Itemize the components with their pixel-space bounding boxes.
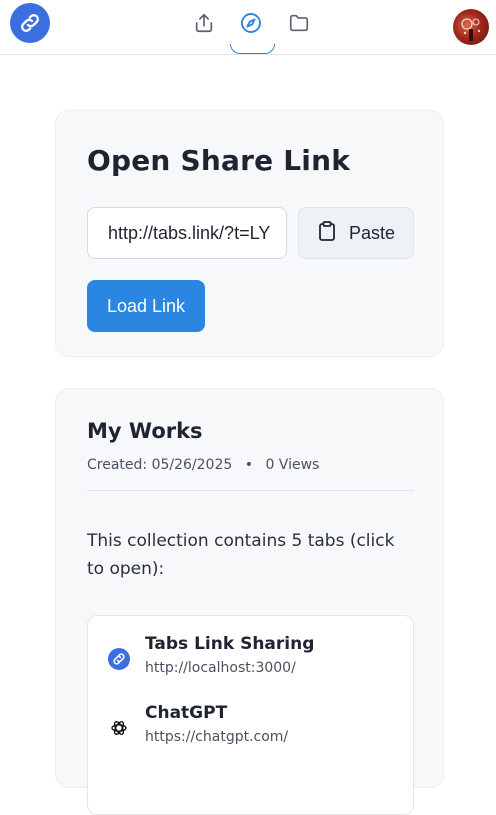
tab-title: Tabs Link Sharing [145,634,315,654]
nav-share-button[interactable] [186,7,222,43]
top-bar [0,0,496,55]
clipboard-icon [317,220,337,247]
openai-favicon-icon [108,717,130,739]
tab-list-item[interactable]: ChatGPT https://chatgpt.com/ [88,697,413,757]
paste-button[interactable]: Paste [298,207,414,259]
divider [87,490,414,491]
tab-title: ChatGPT [145,703,228,723]
active-tab-indicator [230,44,275,54]
nav-folder-button[interactable] [281,7,317,43]
folder-icon [288,12,310,38]
meta-separator: • [244,457,253,473]
tab-url: https://chatgpt.com/ [145,729,289,745]
nav-explore-button[interactable] [233,7,269,43]
collection-meta: Created: 05/26/2025 • 0 Views [87,457,319,473]
open-share-title: Open Share Link [87,144,351,177]
open-share-card: Open Share Link Paste Load Link [55,110,444,357]
compass-icon [239,11,263,39]
load-link-button[interactable]: Load Link [87,280,205,332]
logo-link-icon[interactable] [10,3,50,43]
collection-description: This collection contains 5 tabs (click t… [87,531,395,579]
tab-list-item[interactable]: Tabs Link Sharing http://localhost:3000/ [88,628,413,688]
paste-label: Paste [348,222,396,243]
share-url-input[interactable] [87,207,287,259]
link-favicon-icon [108,648,130,670]
tab-url: http://localhost:3000/ [145,660,296,676]
collection-card: My Works Created: 05/26/2025 • 0 Views T… [55,388,444,815]
share-icon [193,12,215,38]
avatar[interactable] [453,9,489,45]
created-date: Created: 05/26/2025 [87,457,233,473]
collection-title: My Works [87,419,203,443]
tab-list: Tabs Link Sharing http://localhost:3000/… [87,615,414,815]
views-count: 0 Views [265,457,320,473]
